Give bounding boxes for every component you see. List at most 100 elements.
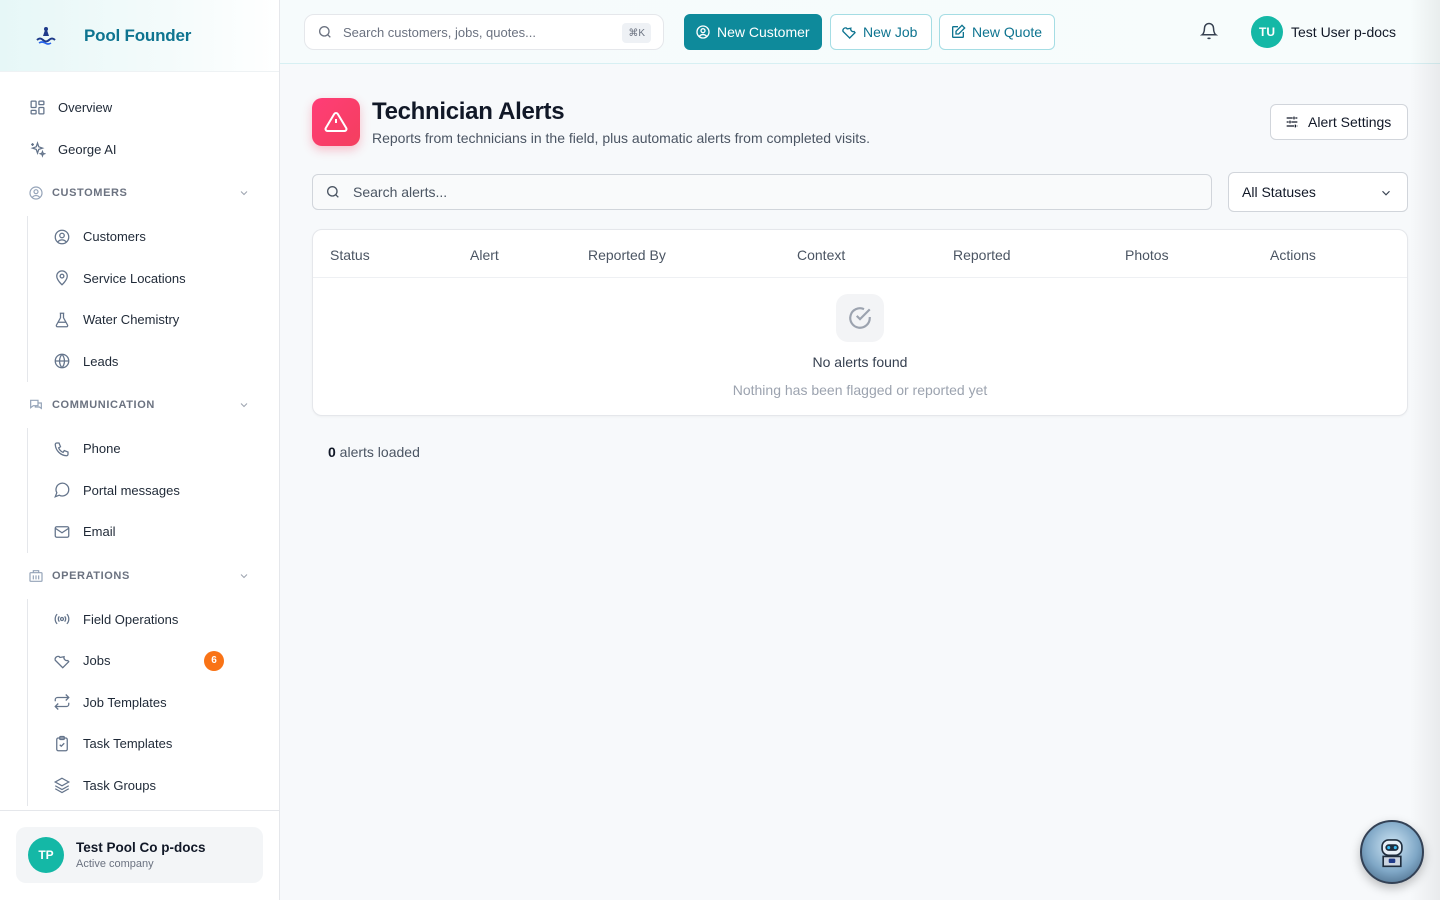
column-reported-by[interactable]: Reported By — [588, 247, 666, 263]
sidebar-item-water-chemistry[interactable]: Water Chemistry — [28, 299, 280, 341]
sidebar-item-jobs[interactable]: Jobs 6 — [28, 640, 280, 682]
company-status: Active company — [76, 858, 154, 870]
sidebar-item-label: Jobs — [83, 653, 111, 669]
globe-icon — [53, 352, 71, 370]
sidebar-item-task-templates[interactable]: Task Templates — [28, 723, 280, 765]
empty-state-title: No alerts found — [812, 354, 908, 370]
company-name: Test Pool Co p-docs — [76, 840, 206, 855]
sidebar-item-label: Customers — [83, 229, 146, 245]
sidebar-item-portal-messages[interactable]: Portal messages — [28, 470, 280, 512]
new-job-button[interactable]: New Job — [830, 14, 932, 50]
sidebar-item-leads[interactable]: Leads — [28, 341, 280, 383]
communication-group: Phone Portal messages Email — [27, 428, 280, 553]
alerts-count-suffix: alerts loaded — [335, 444, 420, 460]
chevron-down-icon — [1379, 186, 1393, 200]
alert-settings-button[interactable]: Alert Settings — [1270, 104, 1408, 140]
company-footer: TP Test Pool Co p-docs Active company — [0, 810, 279, 900]
sidebar-item-overview[interactable]: Overview — [0, 86, 280, 128]
sidebar-item-label: Service Locations — [83, 270, 186, 286]
grid-icon — [28, 98, 46, 116]
sidebar-item-label: Overview — [58, 99, 113, 115]
new-quote-button[interactable]: New Quote — [939, 14, 1055, 50]
robot-icon — [1381, 839, 1403, 868]
sidebar-item-label: Task Templates — [83, 736, 173, 752]
global-search[interactable]: ⌘K — [304, 14, 664, 50]
new-job-label: New Job — [863, 24, 918, 40]
sidebar-item-label: George AI — [58, 141, 117, 157]
column-photos[interactable]: Photos — [1125, 247, 1169, 263]
chevron-down-icon[interactable] — [238, 187, 250, 199]
search-icon — [325, 184, 341, 200]
search-shortcut: ⌘K — [622, 23, 651, 43]
table-header: Status Alert Reported By Context Reporte… — [313, 230, 1407, 278]
section-customers[interactable]: CUSTOMERS — [0, 170, 280, 216]
sidebar-item-label: Leads — [83, 353, 119, 369]
section-title: CUSTOMERS — [52, 187, 128, 199]
new-customer-button[interactable]: New Customer — [684, 14, 822, 50]
column-context[interactable]: Context — [797, 247, 845, 263]
column-actions: Actions — [1270, 247, 1316, 263]
sidebar-item-label: Portal messages — [83, 482, 180, 498]
sidebar-item-label: Job Templates — [83, 694, 167, 710]
brand-name: Pool Founder — [84, 25, 192, 45]
chat-icon — [28, 397, 44, 413]
repeat-icon — [53, 693, 71, 711]
sidebar-item-email[interactable]: Email — [28, 511, 280, 553]
edit-document-icon — [950, 24, 966, 40]
column-status[interactable]: Status — [330, 247, 370, 263]
status-filter-select[interactable]: All Statuses — [1228, 172, 1408, 212]
sidebar-item-label: Task Groups — [83, 777, 156, 793]
sidebar-item-george-ai[interactable]: George AI — [0, 128, 280, 170]
sliders-icon — [1284, 114, 1300, 130]
sidebar-item-customers[interactable]: Customers — [28, 216, 280, 258]
clipboard-icon — [53, 735, 71, 753]
user-circle-icon — [53, 228, 71, 246]
company-switcher[interactable]: TP Test Pool Co p-docs Active company — [16, 827, 263, 883]
sidebar-item-label: Water Chemistry — [83, 312, 180, 328]
mail-icon — [53, 523, 71, 541]
sidebar-item-field-operations[interactable]: Field Operations — [28, 599, 280, 641]
column-alert[interactable]: Alert — [470, 247, 499, 263]
customers-group: Customers Service Locations Water Chemis… — [27, 216, 280, 382]
sidebar-item-label: Phone — [83, 441, 121, 457]
message-circle-icon — [53, 481, 71, 499]
sidebar-item-label: Email — [83, 524, 116, 540]
chevron-down-icon[interactable] — [238, 570, 250, 582]
phone-icon — [53, 440, 71, 458]
assistant-robot-button[interactable] — [1360, 820, 1424, 884]
alerts-count: 0 alerts loaded — [328, 444, 420, 460]
section-title: COMMUNICATION — [52, 399, 155, 411]
layers-icon — [53, 776, 71, 794]
brand[interactable]: Pool Founder — [0, 0, 279, 72]
section-communication[interactable]: COMMUNICATION — [0, 382, 280, 428]
user-menu[interactable]: TU Test User p-docs — [1251, 16, 1396, 48]
new-customer-label: New Customer — [717, 24, 810, 40]
alert-search[interactable] — [312, 174, 1212, 210]
sidebar-item-phone[interactable]: Phone — [28, 428, 280, 470]
sidebar-item-service-locations[interactable]: Service Locations — [28, 258, 280, 300]
sidebar-nav: Overview George AI CUSTOMERS Customers S… — [0, 86, 280, 810]
wrench-icon — [53, 652, 71, 670]
column-reported[interactable]: Reported — [953, 247, 1011, 263]
map-pin-icon — [53, 269, 71, 287]
sidebar-item-job-templates[interactable]: Job Templates — [28, 682, 280, 724]
empty-state-subtitle: Nothing has been flagged or reported yet — [732, 382, 988, 398]
sidebar-item-task-groups[interactable]: Task Groups — [28, 765, 280, 807]
section-title: OPERATIONS — [52, 569, 130, 582]
alert-settings-label: Alert Settings — [1308, 114, 1392, 130]
alert-search-input[interactable] — [353, 184, 1193, 200]
user-name: Test User p-docs — [1291, 24, 1397, 40]
bell-icon[interactable] — [1200, 22, 1218, 40]
section-operations[interactable]: OPERATIONS — [0, 553, 280, 599]
radio-icon — [53, 610, 71, 628]
alerts-table: Status Alert Reported By Context Reporte… — [312, 229, 1408, 416]
top-header: ⌘K New Customer New Job New Quote TU Tes… — [280, 0, 1440, 64]
search-icon — [317, 24, 333, 40]
flask-icon — [53, 311, 71, 329]
sidebar: Pool Founder Overview George AI CUSTOMER… — [0, 0, 280, 900]
chevron-down-icon[interactable] — [238, 399, 250, 411]
global-search-input[interactable] — [343, 24, 613, 40]
page-subtitle: Reports from technicians in the field, p… — [372, 130, 870, 146]
new-quote-label: New Quote — [972, 24, 1043, 40]
page-title: Technician Alerts — [372, 98, 565, 125]
